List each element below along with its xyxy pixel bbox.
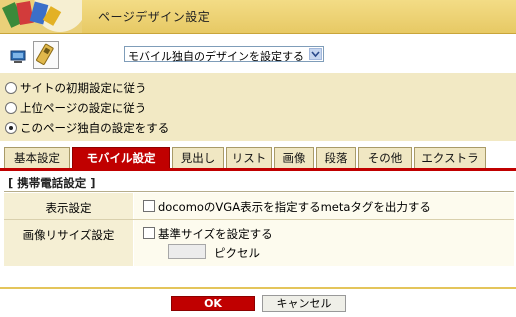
table-row: 表示設定 docomoのVGA表示を指定するmetaタグを出力する (4, 193, 514, 219)
design-mode-value: モバイル独自のデザインを設定する (128, 50, 304, 63)
pc-icon[interactable] (10, 50, 26, 64)
footer-divider (0, 287, 516, 289)
tab-mobile[interactable]: モバイル設定 (72, 147, 170, 168)
radio-button-selected[interactable] (5, 122, 17, 134)
cancel-button[interactable]: キャンセル (262, 295, 346, 312)
radio-label: サイトの初期設定に従う (20, 81, 147, 95)
mobile-settings-table: 表示設定 docomoのVGA表示を指定するmetaタグを出力する 画像リサイズ… (4, 193, 514, 273)
page-title: ページデザイン設定 (98, 10, 211, 24)
ok-button[interactable]: OK (171, 296, 255, 311)
divider (4, 191, 514, 192)
color-swatch-logo (0, 0, 82, 33)
table-row: 画像リサイズ設定 基準サイズを設定する ピクセル (4, 220, 514, 266)
design-mode-select[interactable]: モバイル独自のデザインを設定する (124, 46, 324, 63)
row-value: docomoのVGA表示を指定するmetaタグを出力する (134, 193, 514, 219)
base-size-checkbox[interactable] (143, 227, 155, 239)
inheritance-radio-panel: サイトの初期設定に従う 上位ページの設定に従う このページ独自の設定をする (0, 73, 516, 141)
row-label: 表示設定 (4, 193, 133, 219)
section-title: [ 携帯電話設定 ] (8, 176, 96, 190)
pixel-unit-label: ピクセル (214, 246, 260, 260)
tab-image[interactable]: 画像 (274, 147, 314, 168)
chevron-down-icon[interactable] (309, 48, 322, 60)
radio-button[interactable] (5, 82, 17, 94)
settings-tabs: 基本設定 モバイル設定 見出し リスト 画像 段落 その他 エクストラ (0, 147, 516, 169)
tab-extra[interactable]: エクストラ (414, 147, 486, 168)
tab-other[interactable]: その他 (358, 147, 412, 168)
tab-list[interactable]: リスト (226, 147, 272, 168)
row-value: 基準サイズを設定する ピクセル (134, 220, 514, 266)
radio-label: このページ独自の設定をする (20, 121, 170, 135)
pixel-size-input[interactable] (168, 244, 206, 259)
vga-meta-checkbox[interactable] (143, 200, 155, 212)
tab-paragraph[interactable]: 段落 (316, 147, 356, 168)
row-label: 画像リサイズ設定 (4, 220, 133, 266)
radio-button[interactable] (5, 102, 17, 114)
vga-meta-label: docomoのVGA表示を指定するmetaタグを出力する (158, 200, 431, 214)
tab-basic[interactable]: 基本設定 (4, 147, 70, 168)
radio-label: 上位ページの設定に従う (20, 101, 147, 115)
title-bar: ページデザイン設定 (0, 0, 516, 34)
mobile-phone-icon[interactable] (33, 41, 59, 69)
base-size-label: 基準サイズを設定する (158, 227, 273, 241)
tab-underline (0, 168, 516, 171)
tab-heading[interactable]: 見出し (172, 147, 224, 168)
